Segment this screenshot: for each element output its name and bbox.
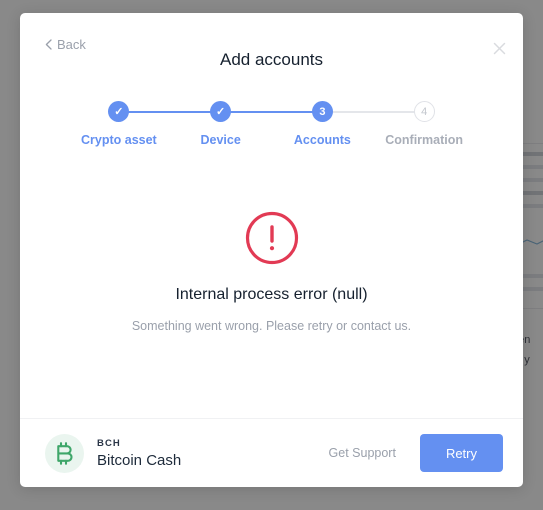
stepper-step-device: ✓ Device xyxy=(170,101,323,147)
stepper-step-label: Device xyxy=(200,133,241,147)
add-accounts-modal: Back Add accounts ✓ Crypto asset ✓ Devic… xyxy=(20,13,523,487)
stepper-step-marker: 4 xyxy=(413,101,435,122)
close-button[interactable] xyxy=(488,37,510,59)
modal-body: Internal process error (null) Something … xyxy=(20,147,523,418)
stepper-step-label: Crypto asset xyxy=(81,133,157,147)
close-icon xyxy=(493,42,505,54)
stepper: ✓ Crypto asset ✓ Device 3 Accounts 4 Con… xyxy=(20,75,523,147)
retry-button[interactable]: Retry xyxy=(419,434,503,472)
error-title: Internal process error (null) xyxy=(175,286,368,303)
error-circle-exclamation-icon xyxy=(245,211,298,265)
bitcoin-b-glyph-icon xyxy=(57,441,73,465)
bitcoin-cash-icon xyxy=(45,433,84,473)
page-title: Add accounts xyxy=(219,50,323,69)
stepper-step-marker: 3 xyxy=(311,101,333,122)
stepper-step-crypto-asset: ✓ Crypto asset xyxy=(68,101,221,147)
stepper-step-marker: ✓ xyxy=(210,101,232,122)
get-support-button[interactable]: Get Support xyxy=(315,436,410,470)
modal-header: Back Add accounts xyxy=(20,13,523,75)
modal-footer: BCH Bitcoin Cash Get Support Retry xyxy=(20,418,523,487)
chevron-left-icon xyxy=(45,39,52,50)
stepper-step-marker: ✓ xyxy=(108,101,130,122)
stepper-step-label: Confirmation xyxy=(385,133,464,147)
asset-name: Bitcoin Cash xyxy=(97,451,182,469)
stepper-step-confirmation: 4 Confirmation xyxy=(373,101,475,147)
stepper-step-label: Accounts xyxy=(293,133,351,147)
asset-text-block: BCH Bitcoin Cash xyxy=(97,438,181,469)
asset-block: BCH Bitcoin Cash xyxy=(45,433,181,473)
asset-ticker: BCH xyxy=(97,437,121,449)
error-description: Something went wrong. Please retry or co… xyxy=(131,319,412,333)
stepper-step-accounts: 3 Accounts xyxy=(272,101,425,147)
